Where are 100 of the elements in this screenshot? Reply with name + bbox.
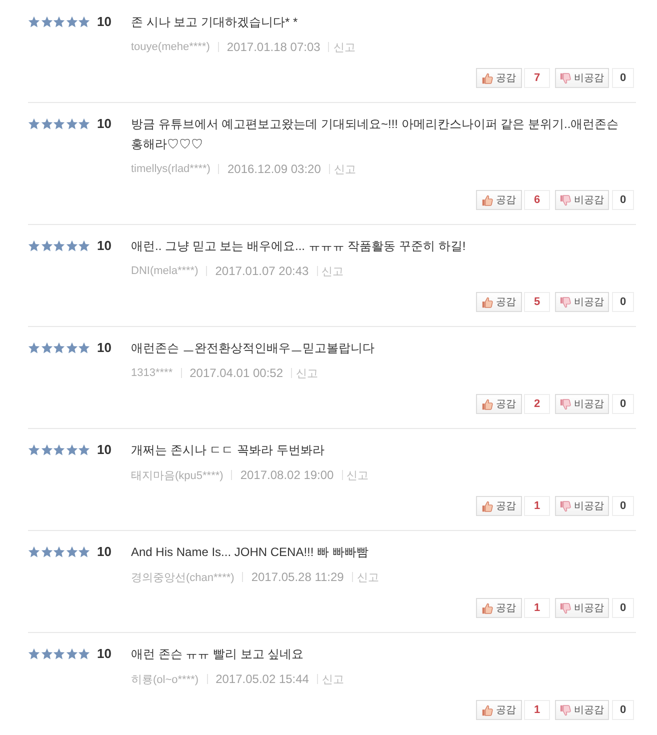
- review-text: 애런.. 그냥 믿고 보는 배우에요... ㅠㅠㅠ 작품활동 꾸준히 하길!: [131, 238, 467, 255]
- rating-score: 10: [97, 116, 112, 132]
- star-icon: [40, 240, 52, 252]
- like-count: 1: [524, 496, 550, 516]
- dislike-button[interactable]: 비공감: [555, 190, 609, 210]
- dislike-count: 0: [612, 496, 634, 516]
- thumbs-up-icon: [482, 398, 493, 410]
- star-icon: [78, 118, 90, 130]
- review-date: 2017.01.18 07:03: [226, 40, 320, 54]
- dislike-count: 0: [612, 190, 634, 210]
- rating-score: 10: [97, 442, 112, 458]
- review-date: 2017.05.02 15:44: [216, 672, 309, 686]
- star-icon: [78, 444, 90, 456]
- star-icon: [40, 16, 52, 28]
- star-icon: [66, 240, 78, 252]
- like-button[interactable]: 공감: [476, 598, 522, 618]
- thumbs-down-icon: [560, 398, 571, 410]
- star-icon: [53, 342, 65, 354]
- reviewer-name: 히룡(ol~o****): [131, 672, 199, 686]
- dislike-button[interactable]: 비공감: [555, 496, 609, 516]
- star-icon: [28, 118, 40, 130]
- reviewer-name: touye(mehe****): [131, 41, 210, 53]
- dislike-button[interactable]: 비공감: [555, 68, 609, 88]
- thumbs-down-icon: [560, 194, 571, 206]
- like-count: 1: [524, 598, 550, 618]
- thumbs-up-icon: [482, 194, 493, 206]
- dislike-count: 0: [612, 700, 634, 720]
- like-button[interactable]: 공감: [476, 190, 522, 210]
- rating-score: 10: [97, 646, 112, 662]
- review-date: 2017.08.02 19:00: [240, 468, 334, 482]
- review-date: 2017.04.01 00:52: [190, 366, 284, 380]
- star-icon: [78, 16, 90, 28]
- dislike-count: 0: [612, 68, 634, 88]
- star-icon: [66, 118, 78, 130]
- star-icon: [28, 240, 40, 252]
- star-icon: [53, 546, 65, 558]
- star-icon: [66, 444, 78, 456]
- star-icon: [40, 648, 52, 660]
- thumbs-down-icon: [560, 704, 571, 716]
- review-date: 2017.05.28 11:29: [251, 570, 344, 584]
- like-button[interactable]: 공감: [476, 700, 522, 720]
- like-count: 2: [524, 394, 550, 414]
- dislike-button[interactable]: 비공감: [555, 394, 609, 414]
- star-icon: [78, 240, 90, 252]
- star-icon: [40, 546, 52, 558]
- like-count: 5: [524, 292, 550, 312]
- star-icon: [53, 16, 65, 28]
- star-icon: [78, 648, 90, 660]
- star-icon: [66, 16, 78, 28]
- star-icon: [28, 546, 40, 558]
- review-date: 2016.12.09 03:20: [227, 162, 321, 176]
- thumbs-up-icon: [482, 296, 493, 308]
- rating-score: 10: [97, 14, 112, 30]
- star-icon: [28, 342, 40, 354]
- dislike-button[interactable]: 비공감: [555, 598, 609, 618]
- star-icon: [40, 342, 52, 354]
- like-count: 1: [524, 700, 550, 720]
- star-icon: [53, 444, 65, 456]
- thumbs-down-icon: [560, 500, 571, 512]
- dislike-button[interactable]: 비공감: [555, 700, 609, 720]
- dislike-count: 0: [612, 292, 634, 312]
- star-icon: [78, 342, 90, 354]
- thumbs-down-icon: [560, 72, 571, 84]
- reviewer-name: timellys(rlad****): [131, 163, 210, 175]
- review-text: And His Name Is... JOHN CENA!!! 빠 빠빠빰: [131, 544, 370, 561]
- rating-score: 10: [97, 544, 112, 560]
- thumbs-up-icon: [482, 602, 493, 614]
- star-icon: [66, 546, 78, 558]
- review-text: 개쩌는 존시나 ㄷㄷ 꼭봐라 두번봐라: [131, 442, 326, 459]
- like-button[interactable]: 공감: [476, 496, 522, 516]
- dislike-count: 0: [612, 394, 634, 414]
- reviewer-name: 경의중앙선(chan****): [131, 570, 234, 584]
- star-icon: [78, 546, 90, 558]
- star-icon: [28, 444, 40, 456]
- like-button[interactable]: 공감: [476, 68, 522, 88]
- like-button[interactable]: 공감: [476, 292, 522, 312]
- thumbs-up-icon: [482, 72, 493, 84]
- like-count: 6: [524, 190, 550, 210]
- review-text: 애런 존슨 ㅠㅠ 빨리 보고 싶네요: [131, 646, 305, 663]
- star-icon: [28, 16, 40, 28]
- star-icon: [53, 240, 65, 252]
- thumbs-up-icon: [482, 704, 493, 716]
- star-icon: [40, 444, 52, 456]
- like-count: 7: [524, 68, 550, 88]
- dislike-button[interactable]: 비공감: [555, 292, 609, 312]
- thumbs-down-icon: [560, 602, 571, 614]
- thumbs-up-icon: [482, 500, 493, 512]
- like-button[interactable]: 공감: [476, 394, 522, 414]
- star-icon: [40, 118, 52, 130]
- rating-score: 10: [97, 340, 112, 356]
- reviewer-name: 태지마음(kpu5****): [131, 468, 224, 482]
- review-date: 2017.01.07 20:43: [215, 264, 309, 278]
- star-icon: [53, 648, 65, 660]
- reviewer-name: 1313****: [131, 367, 173, 379]
- star-icon: [66, 648, 78, 660]
- reviewer-name: DNI(mela****): [131, 265, 198, 277]
- star-icon: [66, 342, 78, 354]
- thumbs-down-icon: [560, 296, 571, 308]
- star-icon: [28, 648, 40, 660]
- review-text: 방금 유튜브에서 예고편보고왔는데 기대되네요~!!! 아메리칸스나이퍼 같은 분위기..애런존슨 홍해라♡♡♡: [131, 116, 620, 153]
